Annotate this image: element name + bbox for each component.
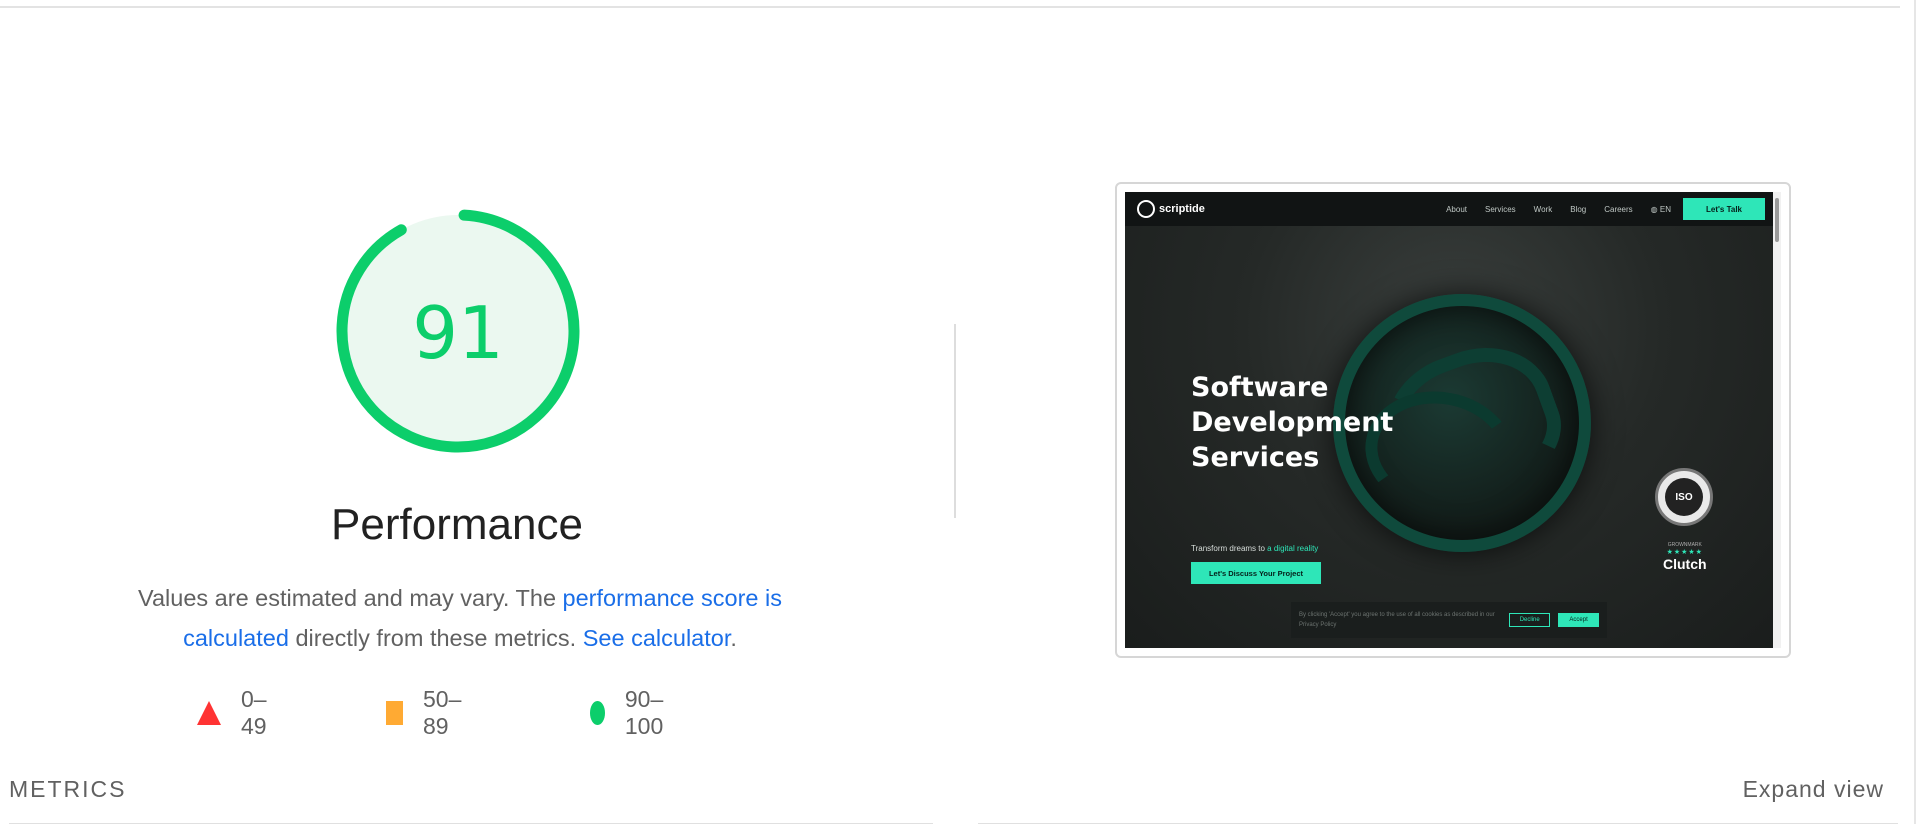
cookie-banner: By clicking 'Accept' you agree to the us… [1291,602,1607,638]
description-text-2: directly from these metrics. [288,625,583,651]
site-navbar: scriptide About Services Work Blog Caree… [1125,192,1781,226]
site-nav-links: About Services Work Blog Careers ◍ EN [1446,192,1671,226]
hero-line: Development [1191,407,1394,438]
red-triangle-icon [197,701,221,725]
performance-gauge: 91 [333,206,583,456]
right-border [1914,0,1916,824]
clutch-badge: GROWNMARK ★★★★★ Clutch [1663,542,1707,572]
site-logo: scriptide [1137,200,1205,218]
legend-item-average: 50–89 [386,686,468,739]
site-hero-button: Let's Discuss Your Project [1191,562,1321,584]
site-hero-subtitle: Transform dreams to a digital reality [1191,544,1318,553]
legend-range: 90–100 [624,686,664,739]
site-nav-item: Blog [1570,204,1587,214]
metrics-heading: METRICS [9,776,127,802]
iso-badge-text: ISO [1665,478,1703,516]
iso-badge-icon: ISO [1655,468,1713,526]
clutch-name: Clutch [1663,556,1707,572]
site-nav-item: About [1446,204,1467,214]
hero-line: Services [1191,442,1320,473]
legend-item-fail: 0–49 [197,686,267,739]
scrollbar-thumb [1775,198,1779,242]
star-rating-icon: ★★★★★ [1666,549,1703,556]
site-nav-item: Work [1533,204,1553,214]
description-text-1: Values are estimated and may vary. The [138,585,563,611]
site-language: EN [1659,204,1671,214]
expand-view-button[interactable]: Expand view [1743,776,1884,803]
cookie-decline-button: Decline [1509,613,1551,627]
score-value: 91 [412,291,504,375]
site-nav-item: ◍ EN [1651,205,1671,214]
site-nav-item: Services [1484,204,1516,214]
green-circle-icon [590,701,605,725]
scriptide-logo-icon [1137,200,1155,218]
site-logo-text: scriptide [1159,203,1205,215]
hero-sub-accent: a digital reality [1267,544,1319,553]
screenshot-website: scriptide About Services Work Blog Caree… [1125,192,1781,648]
top-divider [0,6,1900,8]
see-calculator-link[interactable]: See calculator [583,625,731,651]
orange-square-icon [386,701,404,725]
legend-range: 0–49 [241,686,267,739]
site-scrollbar [1773,192,1781,648]
final-screenshot[interactable]: scriptide About Services Work Blog Caree… [1115,182,1791,658]
site-nav-item: Careers [1604,204,1633,214]
vertical-divider [954,324,956,518]
site-cta-button: Let's Talk [1683,198,1765,220]
cookie-accept-button: Accept [1558,613,1599,627]
legend-item-pass: 90–100 [590,686,672,739]
hero-sub-text: Transform dreams to [1191,544,1268,553]
site-hero-title: Software Development Services [1191,370,1393,475]
score-description: Values are estimated and may vary. The p… [90,578,830,658]
hero-line: Software [1191,372,1329,403]
description-text-3: . [730,625,737,651]
category-title: Performance [331,500,583,549]
globe-icon: ◍ [1650,204,1660,214]
cookie-text: By clicking 'Accept' you agree to the us… [1299,612,1495,628]
legend-range: 50–89 [423,686,462,739]
